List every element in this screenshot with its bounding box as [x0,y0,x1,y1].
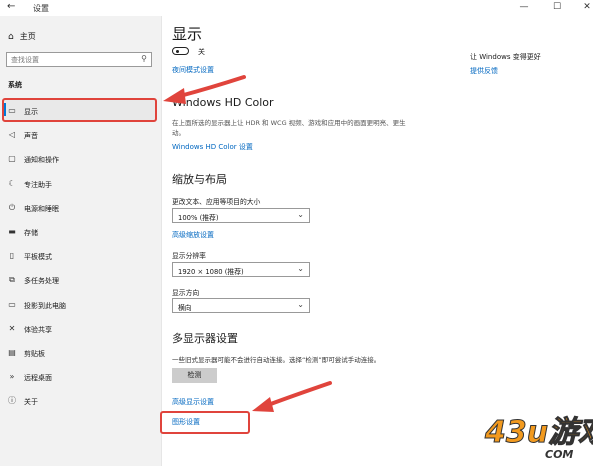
title-bar [0,0,600,16]
home-label: 主页 [19,32,36,41]
toggle-state-label: 关 [198,48,205,56]
clipboard-icon: ▤ [8,348,16,357]
sidebar-item-label: 多任务处理 [24,277,59,285]
resolution-value: 1920 × 1080 (推荐) [178,268,244,276]
graphics-settings-link[interactable]: 图形设置 [172,417,200,427]
sidebar-home[interactable]: ⌂ 主页 [8,31,36,42]
speaker-icon: ◁ [8,130,16,139]
search-placeholder: 查找设置 [11,56,39,64]
sidebar-item[interactable]: ▭ 投影到此电脑 [0,294,160,317]
night-light-settings-link[interactable]: 夜间模式设置 [172,65,214,75]
info-icon: ⓘ [8,396,16,405]
hd-color-title: Windows HD Color [172,96,274,109]
chevron-down-icon: ⌄ [297,300,304,309]
share-icon: ✕ [8,324,16,333]
feedback-link[interactable]: 提供反馈 [470,66,498,76]
close-button[interactable]: ✕ [580,2,594,12]
monitor-icon: ▭ [8,106,16,115]
resolution-label: 显示分辨率 [172,252,206,260]
project-icon: ▭ [8,300,16,309]
sidebar-item-label: 电源和睡眠 [24,205,59,213]
sidebar-item-label: 存储 [24,229,38,237]
multi-display-title: 多显示器设置 [172,332,238,345]
sidebar-item[interactable]: ▤ 剪贴板 [0,342,160,365]
orientation-dropdown[interactable]: 横向 ⌄ [172,298,310,313]
sidebar-item-label: 远程桌面 [24,374,52,382]
advanced-display-link[interactable]: 高级显示设置 [172,397,214,407]
back-arrow-icon[interactable]: ← [7,1,15,12]
sidebar-item[interactable]: » 远程桌面 [0,366,160,389]
annotation-arrow-bottom [252,381,332,412]
orientation-label: 显示方向 [172,289,200,297]
chevron-down-icon: ⌄ [297,264,304,273]
watermark-logo: 43u游戏 COM [484,415,594,462]
sidebar-item-label: 体验共享 [24,326,52,334]
advanced-scaling-link[interactable]: 高级缩放设置 [172,230,214,240]
home-icon: ⌂ [8,32,14,42]
sidebar-item-label: 专注助手 [24,181,52,189]
orientation-value: 横向 [178,304,192,312]
sidebar-item-label: 通知和操作 [24,156,59,164]
tablet-icon: ▯ [9,251,15,260]
maximize-button[interactable]: ☐ [550,2,564,12]
multitask-icon: ⧉ [9,275,15,284]
watermark-sub: COM [545,448,573,461]
sidebar-item[interactable]: ▯ 平板模式 [0,245,160,268]
resolution-dropdown[interactable]: 1920 × 1080 (推荐) ⌄ [172,262,310,277]
scale-label: 更改文本、应用等项目的大小 [172,198,261,206]
sidebar-item[interactable]: ⓘ 关于 [0,390,160,413]
hd-color-settings-link[interactable]: Windows HD Color 设置 [172,142,253,152]
sidebar-item-label: 投影到此电脑 [24,302,66,310]
sidebar-section-title: 系统 [8,81,22,89]
sidebar-item-label: 关于 [24,398,38,406]
window-title: 设置 [33,4,49,13]
chevron-down-icon: ⌄ [297,210,304,219]
sidebar-item-label: 声音 [24,132,38,140]
sidebar-item[interactable]: ▢ 通知和操作 [0,148,160,171]
multi-display-description: 一些旧式显示器可能不会进行自动连接。选择“检测”即可尝试手动连接。 [172,356,381,364]
moon-icon: ☾ [8,179,16,188]
sidebar-item-label: 剪贴板 [24,350,45,358]
sidebar-item[interactable]: ⧉ 多任务处理 [0,269,160,292]
scale-dropdown[interactable]: 100% (推荐) ⌄ [172,208,310,223]
page-title: 显示 [172,25,203,43]
sidebar-item[interactable]: ✕ 体验共享 [0,318,160,341]
search-icon: ⚲ [141,54,147,63]
detect-button[interactable]: 检测 [172,368,217,383]
search-input[interactable]: 查找设置 ⚲ [6,52,152,67]
feedback-heading: 让 Windows 变得更好 [470,53,541,61]
toggle-knob [176,49,179,53]
sidebar-item-label: 显示 [24,108,38,116]
sidebar-item[interactable]: ▬ 存储 [0,221,160,244]
notification-icon: ▢ [8,154,16,163]
watermark-text: 43u游戏 [484,415,593,450]
night-light-toggle[interactable] [172,47,189,55]
minimize-button[interactable]: — [517,2,531,12]
scale-value: 100% (推荐) [178,214,219,222]
power-icon: ⏻ [8,203,16,212]
scale-layout-title: 缩放与布局 [172,173,227,186]
sidebar-item[interactable]: ⏻ 电源和睡眠 [0,197,160,220]
sidebar-item-label: 平板模式 [24,253,52,261]
storage-icon: ▬ [8,227,16,236]
sidebar-item[interactable]: ▭ 显示 [0,100,160,123]
remote-icon: » [9,372,15,381]
hd-color-description: 在上面所选的显示器上让 HDR 和 WCG 视频、游戏和应用中的画面更明亮、更生… [172,119,406,137]
sidebar-item[interactable]: ☾ 专注助手 [0,173,160,196]
sidebar-item[interactable]: ◁ 声音 [0,124,160,147]
